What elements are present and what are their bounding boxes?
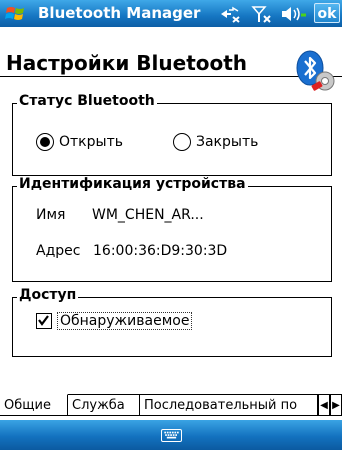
radio-open-label: Открыть [59,134,123,150]
access-group: Доступ Обнаруживаемое [12,287,332,357]
radio-close-indicator[interactable] [173,133,191,151]
tab-serial-port[interactable]: Последовательный по [140,394,318,416]
connectivity-icon[interactable] [218,5,242,23]
header-divider [0,76,342,77]
access-title: Доступ [17,287,79,303]
discoverable-checkbox-box[interactable] [36,313,52,329]
ok-button[interactable]: ok [314,3,340,23]
volume-icon[interactable] [280,5,306,23]
device-address-value: 16:00:36:D9:30:3D [93,243,228,259]
checkmark-icon [38,315,49,326]
discoverable-label: Обнаруживаемое [57,312,193,330]
device-name-label: Имя [36,207,66,223]
device-address-label: Адрес [36,243,81,259]
keyboard-icon[interactable] [161,429,182,442]
bluetooth-settings-icon [296,50,335,91]
tab-service[interactable]: Служба [68,394,140,416]
device-identity-group: Идентификация устройства Имя WM_CHEN_AR.… [12,176,332,282]
device-name-value: WM_CHEN_AR... [92,207,204,223]
tab-scroll-left-icon[interactable]: ◀ [318,394,330,416]
tab-bar: Общие Служба Последовательный по ◀ ▶ [0,394,342,418]
page-header: Настройки Bluetooth [0,27,342,77]
page-title: Настройки Bluetooth [6,51,248,75]
title-bar: Bluetooth Manager ok [0,0,342,27]
radio-close-label: Закрыть [196,134,259,150]
app-title: Bluetooth Manager [38,4,201,22]
windows-start-icon[interactable] [5,3,29,24]
tab-scroll-controls: ◀ ▶ [318,394,342,416]
radio-open[interactable]: Открыть [36,133,123,151]
radio-open-indicator[interactable] [36,133,54,151]
tab-general[interactable]: Общие [0,394,68,416]
signal-icon[interactable] [251,5,273,23]
bluetooth-status-title: Статус Bluetooth [17,93,157,109]
bluetooth-status-group: Статус Bluetooth Открыть Закрыть [12,93,332,176]
tab-scroll-right-icon[interactable]: ▶ [330,394,342,416]
radio-close[interactable]: Закрыть [173,133,258,151]
device-identity-title: Идентификация устройства [17,176,248,192]
bottom-bar [0,420,342,450]
discoverable-checkbox[interactable]: Обнаруживаемое [36,312,193,330]
